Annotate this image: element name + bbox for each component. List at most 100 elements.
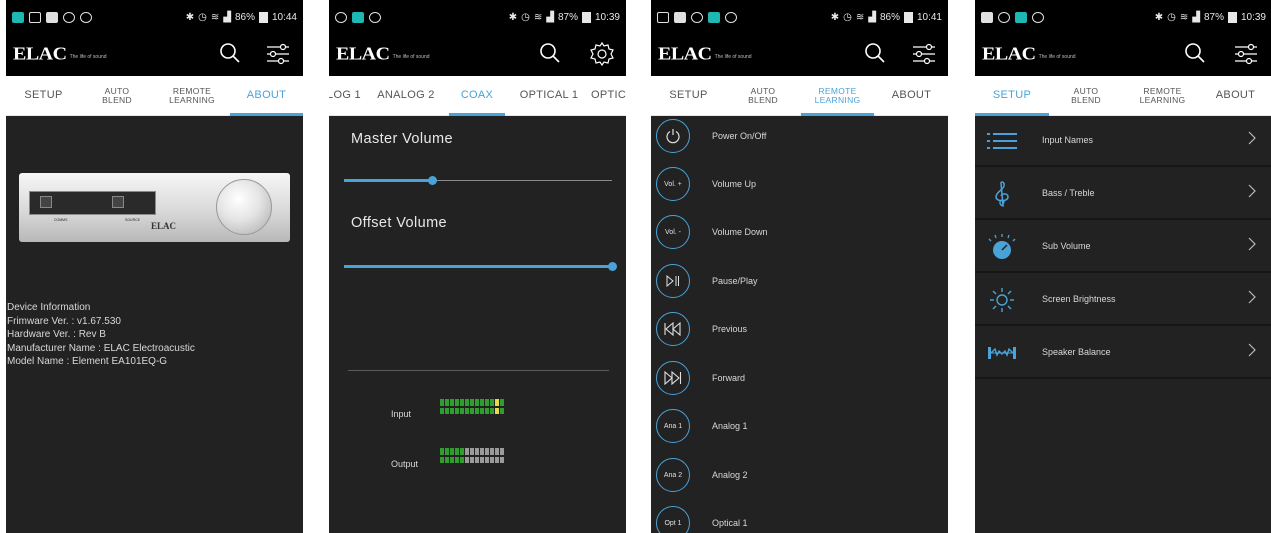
search-icon[interactable] [539,42,561,64]
command-label: Previous [712,324,748,334]
meter-segment [495,399,499,414]
command-forward[interactable]: Forward [651,358,948,406]
device-button [40,196,52,208]
command-analog-1[interactable]: Ana 1 Analog 1 [651,406,948,454]
forward-icon [664,371,682,385]
setting-sub-volume[interactable]: Sub Volume [975,222,1271,273]
clock: 10:39 [1240,12,1266,23]
search-icon[interactable] [219,42,241,64]
volume-knob [216,179,272,235]
elac-logo: ELAC The life of sound [13,44,107,64]
command-button[interactable] [656,119,690,153]
status-bar: ✱ ◷ ≋ ▟ 87% 10:39 [975,0,1271,36]
tab-setup[interactable]: SETUP [651,76,726,116]
about-content: COMMS SOURCE ELAC Device Information Fri… [6,116,303,533]
tab-auto-blend[interactable]: AUTO BLEND [89,76,145,116]
slider-thumb[interactable] [608,262,617,271]
command-label: Forward [712,373,746,383]
notification-icon [725,12,737,23]
command-button[interactable]: Ana 2 [656,458,690,492]
image-icon [674,12,686,23]
tab-optical-2[interactable]: OPTIC [591,76,626,116]
command-power[interactable]: Power On/Off [651,116,948,164]
device-label: COMMS [54,218,68,222]
app-bar: ELAC The life of sound [975,36,1271,76]
meter-segment [440,399,444,414]
meter-segment [480,448,484,463]
command-analog-2[interactable]: Ana 2 Analog 2 [651,455,948,503]
elac-logo: ELAC The life of sound [336,44,430,64]
battery-percent: 86% [879,12,900,23]
command-button[interactable]: Opt 1 [656,506,690,533]
search-icon[interactable] [864,42,886,64]
image-icon [46,12,58,23]
tab-remote-learning[interactable]: REMOTE LEARNING [156,76,228,116]
setting-screen-brightness[interactable]: Screen Brightness [975,275,1271,326]
bluetooth-icon: ✱ [1154,12,1164,23]
speaker-balance-icon [988,347,1016,359]
chevron-right-icon [1248,184,1256,198]
battery-icon [258,12,268,23]
command-optical-1[interactable]: Opt 1 Optical 1 [651,503,948,533]
elac-logo: ELAC The life of sound [982,44,1076,64]
command-button[interactable]: Vol. + [656,167,690,201]
alarm-icon: ◷ [843,12,852,23]
tab-about[interactable]: ABOUT [875,76,948,116]
sliders-icon[interactable] [265,41,291,67]
output-level-meter [440,448,504,463]
master-volume-slider[interactable] [344,176,612,185]
command-button[interactable]: Vol. - [656,215,690,249]
command-volume-up[interactable]: Vol. + Volume Up [651,164,948,212]
command-button[interactable] [656,312,690,346]
meter-segment [450,448,454,463]
sliders-icon[interactable] [911,41,937,67]
command-button[interactable] [656,361,690,395]
setting-input-names[interactable]: Input Names [975,116,1271,167]
tab-analog-1[interactable]: LOG 1 [329,76,365,116]
device-button [112,196,124,208]
sliders-icon[interactable] [1233,41,1259,67]
chevron-right-icon [1248,237,1256,251]
tab-about[interactable]: ABOUT [230,76,303,116]
chevron-right-icon [1248,290,1256,304]
tab-analog-2[interactable]: ANALOG 2 [370,76,442,116]
meter-segment [440,448,444,463]
gear-icon[interactable] [589,41,615,67]
tab-remote-learning[interactable]: REMOTE LEARNING [1126,76,1199,116]
offset-volume-slider[interactable] [344,262,617,271]
meter-segment [500,448,504,463]
meter-segment [470,399,474,414]
command-pause-play[interactable]: Pause/Play [651,261,948,309]
setting-speaker-balance[interactable]: Speaker Balance [975,328,1271,379]
tab-about[interactable]: ABOUT [1199,76,1271,116]
tab-setup[interactable]: SETUP [975,76,1049,116]
tab-auto-blend[interactable]: AUTO BLEND [735,76,791,116]
app-icon [12,12,24,23]
app-icon [352,12,364,23]
setting-label: Bass / Treble [1042,188,1095,198]
command-label: Volume Down [712,227,768,237]
remote-learning-list: Power On/Off Vol. + Volume Up Vol. - Vol… [651,116,948,533]
meter-segment [485,399,489,414]
notification-icon [29,12,41,23]
command-label: Pause/Play [712,276,758,286]
coax-screen: ✱ ◷ ≋ ▟ 87% 10:39 ELAC The life of sound LOG 1… [329,0,626,533]
command-button[interactable] [656,264,690,298]
battery-percent: 87% [1203,12,1224,23]
slider-thumb[interactable] [428,176,438,185]
signal-icon: ▟ [1192,12,1200,23]
meter-segment [460,448,464,463]
input-meter-label: Input [391,409,412,419]
setting-bass-treble[interactable]: Bass / Treble [975,169,1271,220]
search-icon[interactable] [1184,42,1206,64]
tab-auto-blend[interactable]: AUTO BLEND [1058,76,1114,116]
tab-remote-learning[interactable]: REMOTE LEARNING [801,76,874,116]
tab-coax[interactable]: COAX [449,76,505,116]
tab-setup[interactable]: SETUP [6,76,81,116]
command-previous[interactable]: Previous [651,309,948,357]
offset-volume-label: Offset Volume [351,215,448,231]
tab-optical-1[interactable]: OPTICAL 1 [512,76,586,116]
meter-segment [485,448,489,463]
command-button[interactable]: Ana 1 [656,409,690,443]
command-volume-down[interactable]: Vol. - Volume Down [651,212,948,260]
